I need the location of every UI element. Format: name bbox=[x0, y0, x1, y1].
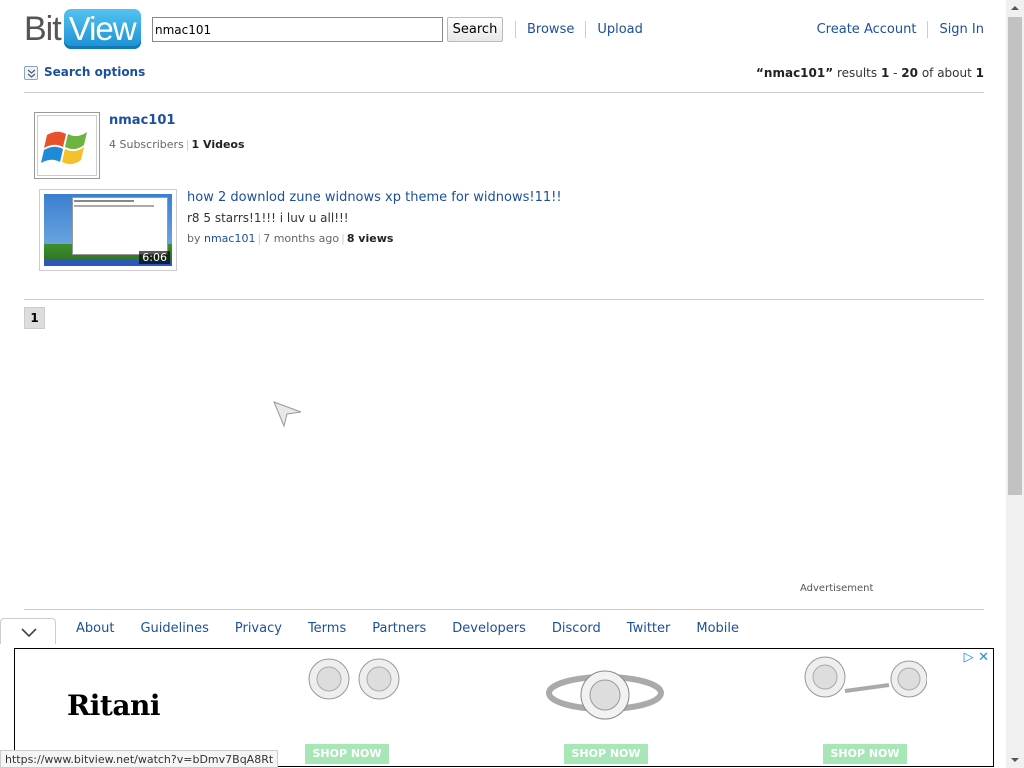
primary-nav: Browse Upload bbox=[515, 21, 654, 38]
search-input[interactable] bbox=[152, 17, 443, 42]
results-range-end: 20 bbox=[901, 66, 918, 80]
shop-now-button[interactable]: SHOP NOW bbox=[564, 744, 648, 764]
footer-link-discord[interactable]: Discord bbox=[539, 621, 614, 636]
results-word: results bbox=[833, 66, 881, 80]
browse-link[interactable]: Browse bbox=[515, 21, 585, 38]
footer-link-terms[interactable]: Terms bbox=[295, 621, 359, 636]
video-age: 7 months ago bbox=[263, 232, 340, 245]
ad-choices-close-icon[interactable]: ▷ ✕ bbox=[964, 650, 989, 665]
page-1-button[interactable]: 1 bbox=[24, 307, 45, 329]
earrings-image[interactable] bbox=[295, 651, 425, 739]
upload-link[interactable]: Upload bbox=[585, 21, 654, 38]
meta-separator: | bbox=[341, 232, 345, 245]
advertisement-label: Advertisement bbox=[800, 583, 874, 594]
video-count: 1 Videos bbox=[191, 138, 245, 151]
chevron-down-icon bbox=[21, 628, 37, 638]
results-total: 1 bbox=[975, 66, 984, 80]
mouse-cursor-icon bbox=[273, 401, 302, 428]
video-thumbnail[interactable]: 6:06 bbox=[39, 189, 177, 271]
results-query: “nmac101” bbox=[756, 66, 834, 80]
scroll-up-arrow-icon[interactable] bbox=[1006, 0, 1024, 17]
video-meta: by nmac101 | 7 months ago | 8 views bbox=[187, 232, 393, 245]
footer-link-twitter[interactable]: Twitter bbox=[614, 621, 684, 636]
video-views: 8 views bbox=[346, 232, 394, 245]
divider bbox=[24, 609, 984, 610]
logo-bit-text: Bit bbox=[24, 10, 62, 48]
windows-logo-icon bbox=[41, 131, 87, 165]
results-of-about: of about bbox=[918, 66, 976, 80]
expand-options-icon[interactable] bbox=[24, 66, 38, 80]
by-label: by bbox=[187, 232, 204, 245]
bitview-logo[interactable]: Bit View bbox=[24, 8, 141, 50]
account-nav: Create Account Sign In bbox=[806, 21, 984, 38]
scroll-down-arrow-icon[interactable] bbox=[1006, 751, 1024, 768]
divider bbox=[24, 92, 984, 93]
channel-avatar[interactable] bbox=[34, 112, 100, 179]
footer-link-privacy[interactable]: Privacy bbox=[222, 621, 295, 636]
footer-toggle-button[interactable] bbox=[0, 618, 56, 644]
shop-now-button[interactable]: SHOP NOW bbox=[823, 744, 907, 764]
video-description: r8 5 starrs!1!!! i luv u all!!! bbox=[187, 211, 349, 225]
search-options-link[interactable]: Search options bbox=[44, 65, 145, 79]
subscriber-count: 4 Subscribers bbox=[109, 138, 184, 151]
logo-view-text: View bbox=[63, 9, 141, 49]
ad-brand: Ritani bbox=[67, 689, 160, 722]
results-subheader: Search options “nmac101” results 1 - 20 … bbox=[24, 64, 984, 86]
footer-link-developers[interactable]: Developers bbox=[439, 621, 539, 636]
results-summary: “nmac101” results 1 - 20 of about 1 bbox=[756, 66, 984, 80]
search-button[interactable]: Search bbox=[447, 17, 503, 42]
video-duration: 6:06 bbox=[139, 251, 170, 264]
site-header: Bit View Search Browse Upload Create Acc… bbox=[24, 8, 984, 52]
footer-link-mobile[interactable]: Mobile bbox=[683, 621, 752, 636]
sign-in-link[interactable]: Sign In bbox=[927, 21, 984, 38]
video-author-link[interactable]: nmac101 bbox=[204, 232, 255, 245]
footer-link-guidelines[interactable]: Guidelines bbox=[127, 621, 221, 636]
footer-link-about[interactable]: About bbox=[63, 621, 127, 636]
scrollbar-thumb[interactable] bbox=[1008, 17, 1022, 495]
shop-now-button[interactable]: SHOP NOW bbox=[305, 744, 389, 764]
status-bar-url: https://www.bitview.net/watch?v=bDmv7BqA… bbox=[0, 750, 279, 768]
create-account-link[interactable]: Create Account bbox=[806, 21, 928, 38]
earrings-bar-image[interactable] bbox=[797, 651, 928, 739]
results-range-dash: - bbox=[889, 66, 902, 80]
vertical-scrollbar[interactable] bbox=[1006, 0, 1024, 768]
meta-separator: | bbox=[185, 138, 190, 151]
ring-image[interactable] bbox=[540, 651, 670, 739]
channel-meta: 4 Subscribers | 1 Videos bbox=[109, 138, 245, 151]
footer-link-partners[interactable]: Partners bbox=[359, 621, 439, 636]
video-title-link[interactable]: how 2 downlod zune widnows xp theme for … bbox=[187, 190, 562, 205]
thumbnail-image: 6:06 bbox=[44, 194, 172, 266]
divider bbox=[24, 299, 984, 300]
channel-name-link[interactable]: nmac101 bbox=[109, 113, 175, 128]
footer-links: About Guidelines Privacy Terms Partners … bbox=[63, 621, 752, 636]
